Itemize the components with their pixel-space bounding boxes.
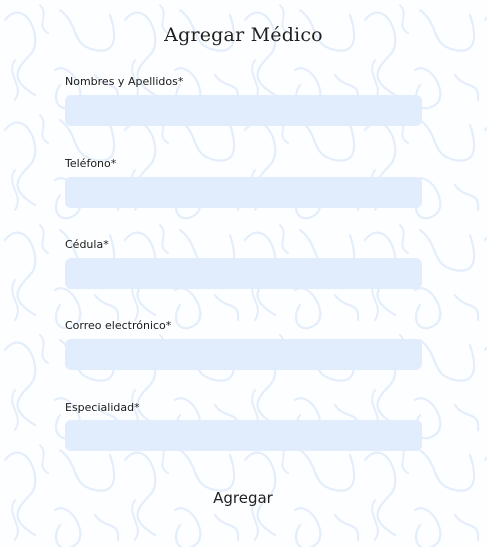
page-title: Agregar Médico (164, 24, 323, 46)
specialty-input[interactable] (65, 420, 422, 451)
field-label-phone: Teléfono* (65, 157, 117, 170)
field-label-email: Correo electrónico* (65, 319, 172, 332)
id-card-input[interactable] (65, 258, 422, 289)
phone-input[interactable] (65, 177, 422, 208)
add-doctor-page: Agregar Médico Nombres y Apellidos* Telé… (0, 0, 487, 547)
email-input[interactable] (65, 339, 422, 370)
add-button[interactable]: Agregar (193, 484, 293, 512)
field-label-id-card: Cédula* (65, 238, 109, 251)
field-label-full-name: Nombres y Apellidos* (65, 75, 184, 88)
field-label-specialty: Especialidad* (65, 401, 140, 414)
full-name-input[interactable] (65, 95, 422, 126)
